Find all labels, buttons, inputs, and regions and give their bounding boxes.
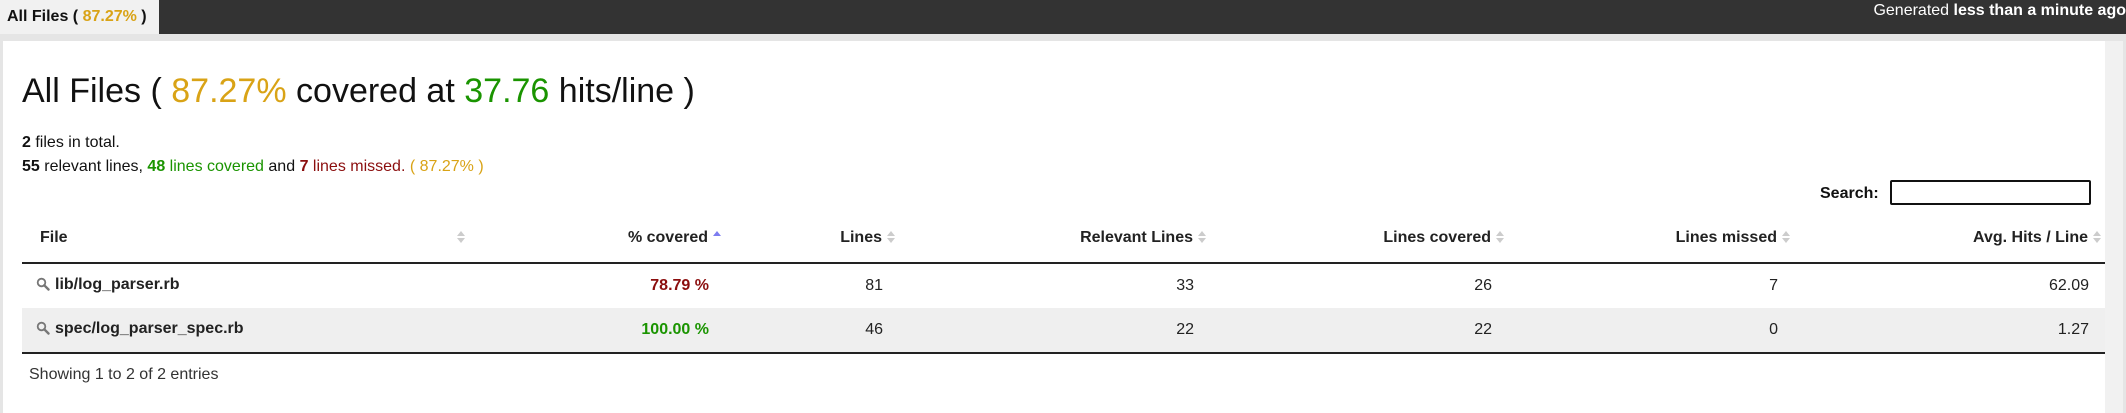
- covered-percent: 100.00 %: [471, 308, 727, 354]
- avg-hits: 62.09: [1796, 263, 2107, 308]
- lines-count: 46: [727, 308, 901, 354]
- lines-missed: 7: [1510, 263, 1796, 308]
- relevant-text: relevant lines,: [44, 158, 143, 175]
- file-link[interactable]: lib/log_parser.rb: [55, 276, 179, 293]
- files-total-line: 2 files in total.: [22, 131, 484, 155]
- relevant-count: 55: [22, 158, 40, 175]
- covered-percent: 78.79 %: [471, 263, 727, 308]
- sort-arrows-icon: [1198, 231, 1206, 243]
- col-header-file[interactable]: File: [22, 213, 471, 264]
- tab-label-prefix: All Files (: [7, 8, 79, 25]
- covered-count: 48: [147, 158, 166, 175]
- lines-count: 81: [727, 263, 901, 308]
- header-label: Lines missed: [1675, 228, 1777, 246]
- summary-percent: 87.27%: [419, 158, 474, 175]
- header-label: % covered: [627, 228, 708, 246]
- table-row: spec/log_parser_spec.rb 100.00 % 46 22 2…: [22, 308, 2107, 354]
- missed-text: lines missed.: [312, 158, 406, 175]
- title-percent: 87.27%: [171, 72, 287, 110]
- percent-open: (: [409, 158, 416, 175]
- percent-close: ): [478, 158, 484, 175]
- tab-label-suffix: ): [141, 8, 147, 25]
- title-middle: covered at: [296, 72, 455, 110]
- magnifier-icon: [36, 321, 50, 340]
- missed-count: 7: [299, 158, 309, 175]
- table-row: lib/log_parser.rb 78.79 % 81 33 26 7 62.…: [22, 263, 2107, 308]
- header-label: Relevant Lines: [1080, 228, 1193, 246]
- search-label: Search:: [1820, 185, 1879, 202]
- relevant-lines: 33: [901, 263, 1212, 308]
- file-list-table: File % covered Lines Relevant Lines Line…: [22, 213, 2107, 354]
- and-text: and: [268, 158, 296, 175]
- sort-arrows-icon: [887, 231, 895, 243]
- col-header-lines-missed[interactable]: Lines missed: [1510, 213, 1796, 264]
- col-header-lines-covered[interactable]: Lines covered: [1212, 213, 1510, 264]
- header-label: File: [40, 228, 68, 246]
- col-header-avg-hits[interactable]: Avg. Hits / Line: [1796, 213, 2107, 264]
- title-suffix: hits/line ): [558, 72, 695, 110]
- files-text: files in total.: [35, 134, 120, 151]
- table-info: Showing 1 to 2 of 2 entries: [29, 366, 219, 383]
- file-link[interactable]: spec/log_parser_spec.rb: [55, 320, 244, 337]
- file-cell[interactable]: lib/log_parser.rb: [22, 263, 471, 308]
- table-header-row: File % covered Lines Relevant Lines Line…: [22, 213, 2107, 264]
- search-input[interactable]: [1890, 180, 2091, 205]
- avg-hits: 1.27: [1796, 308, 2107, 354]
- sort-ascending-icon: [713, 231, 721, 243]
- generated-value: less than a minute ago: [1953, 2, 2126, 19]
- tab-all-files[interactable]: All Files ( 87.27% ): [0, 0, 159, 34]
- coverage-summary: 2 files in total. 55 relevant lines, 48 …: [22, 131, 484, 179]
- lines-covered: 22: [1212, 308, 1510, 354]
- col-header-lines[interactable]: Lines: [727, 213, 901, 264]
- sort-arrows-icon: [1782, 231, 1790, 243]
- title-prefix: All Files (: [22, 72, 162, 110]
- lines-missed: 0: [1510, 308, 1796, 354]
- generated-timestamp: Generated less than a minute ago: [1873, 0, 2126, 22]
- magnifier-icon: [36, 277, 50, 296]
- sort-arrows-icon: [2093, 231, 2101, 243]
- lines-summary-line: 55 relevant lines, 48 lines covered and …: [22, 155, 484, 179]
- file-cell[interactable]: spec/log_parser_spec.rb: [22, 308, 471, 354]
- col-header-covered[interactable]: % covered: [471, 213, 727, 264]
- top-bar: All Files ( 87.27% ) Generated less than…: [0, 0, 2126, 34]
- sort-arrows-icon: [1496, 231, 1504, 243]
- header-label: Avg. Hits / Line: [1973, 228, 2088, 246]
- scrollbar[interactable]: [2105, 41, 2123, 413]
- col-header-relevant[interactable]: Relevant Lines: [901, 213, 1212, 264]
- covered-text: lines covered: [169, 158, 264, 175]
- header-label: Lines covered: [1383, 228, 1491, 246]
- title-hits: 37.76: [464, 72, 550, 110]
- sort-arrows-icon: [457, 231, 465, 243]
- header-label: Lines: [840, 228, 882, 246]
- relevant-lines: 22: [901, 308, 1212, 354]
- lines-covered: 26: [1212, 263, 1510, 308]
- generated-prefix: Generated: [1873, 2, 1950, 19]
- files-count: 2: [22, 134, 31, 151]
- content-panel: All Files ( 87.27% covered at 37.76 hits…: [3, 41, 2123, 413]
- tab-percent: 87.27%: [82, 8, 137, 25]
- page-title: All Files ( 87.27% covered at 37.76 hits…: [22, 71, 695, 111]
